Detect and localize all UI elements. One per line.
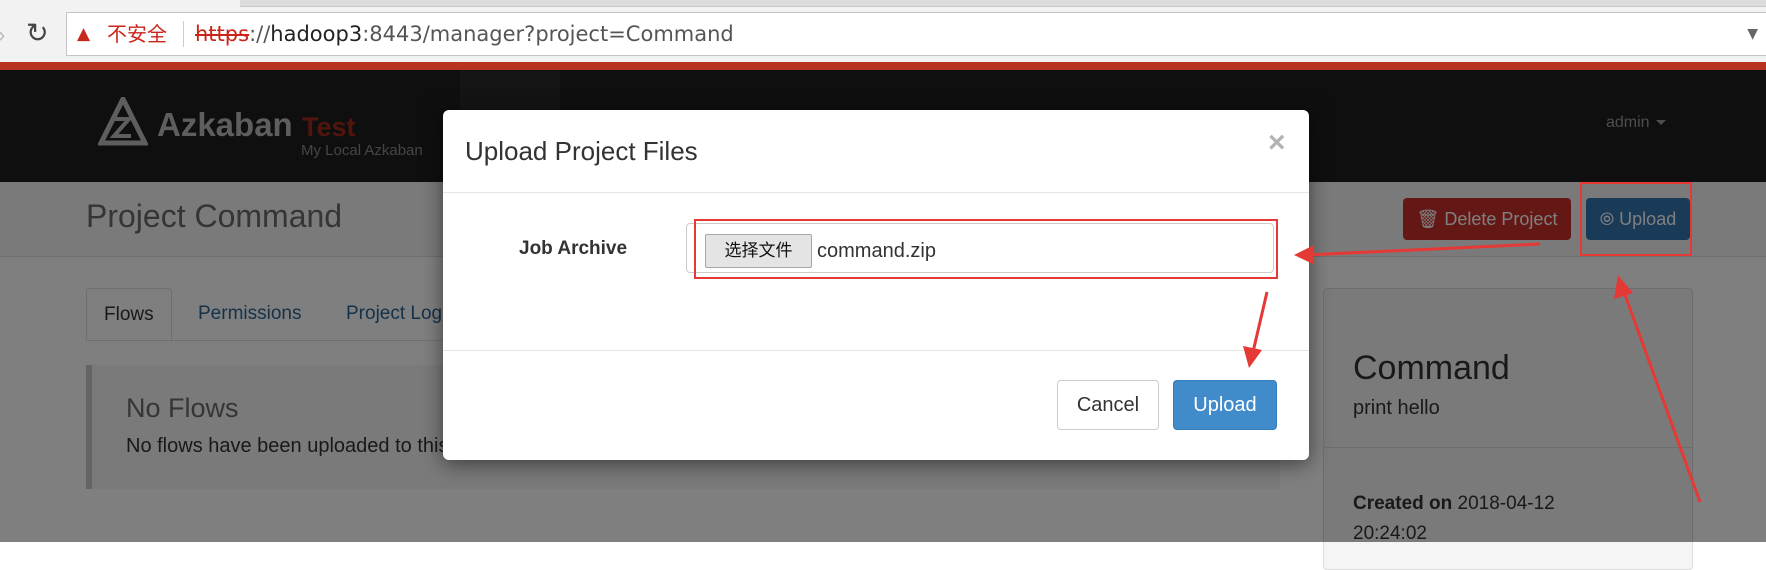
annotation-arrows [1243, 242, 1702, 503]
annotation-arrowhead [1614, 275, 1633, 299]
annotation-arrow-to-file-input [1304, 242, 1541, 257]
annotation-arrow-from-upload-button [1622, 291, 1702, 503]
annotation-arrow-to-upload [1251, 291, 1269, 353]
annotation-arrowhead [1294, 245, 1314, 264]
annotation-arrowhead [1243, 346, 1262, 368]
